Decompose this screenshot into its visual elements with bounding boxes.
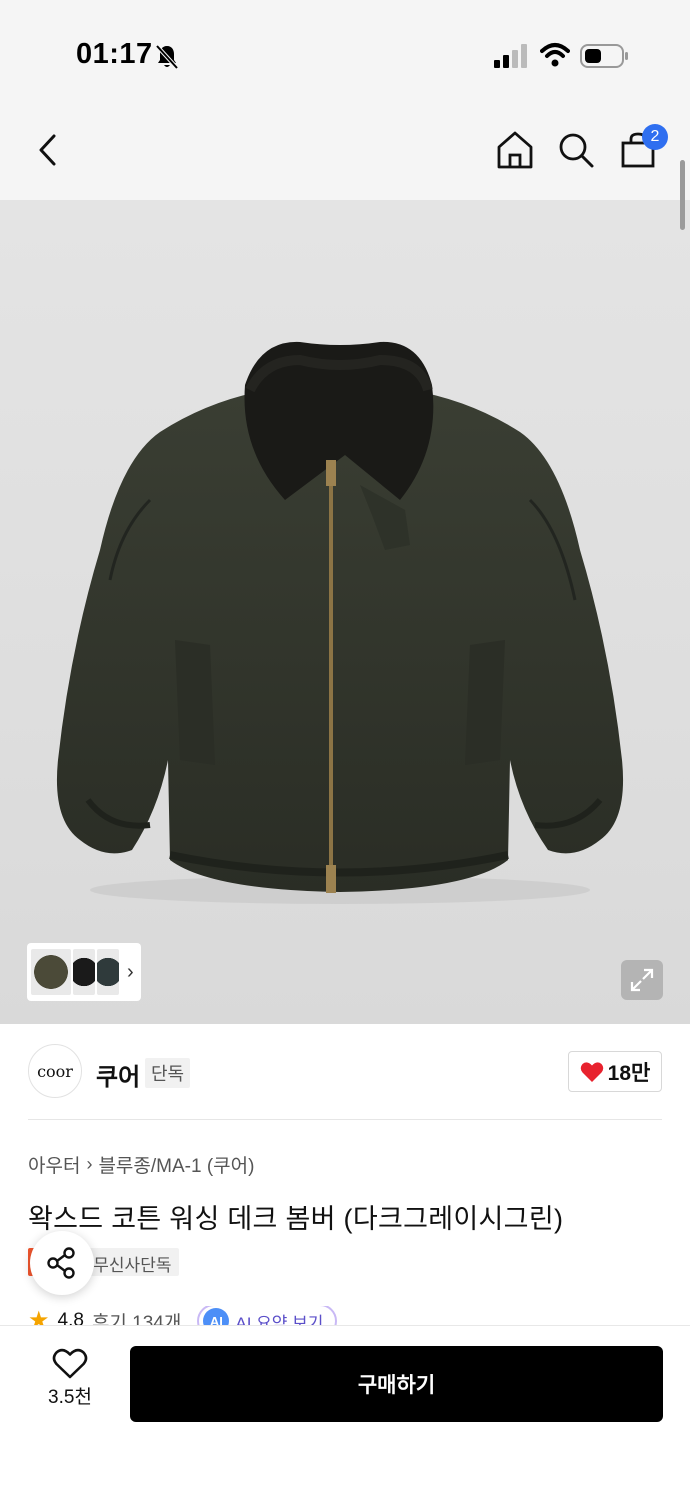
status-bar: 01:17 <box>0 0 690 100</box>
signal-icon <box>494 44 527 68</box>
back-button[interactable] <box>26 128 70 172</box>
product-image[interactable]: › <box>0 200 690 1024</box>
nav-bar: 2 <box>0 100 690 200</box>
jacket-image <box>56 341 624 904</box>
cart-button[interactable]: 2 <box>616 124 668 172</box>
chevron-left-icon <box>39 134 56 166</box>
home-icon <box>497 131 533 169</box>
breadcrumb: 아우터 › 블루종/MA-1 (쿠어) <box>28 1151 254 1178</box>
status-time: 01:17 <box>76 38 153 70</box>
search-icon <box>559 133 594 168</box>
expand-image-button[interactable] <box>621 960 663 1000</box>
share-button[interactable] <box>30 1231 94 1295</box>
thumbnail-olive[interactable] <box>31 949 71 995</box>
thumbnail-black[interactable] <box>73 949 95 995</box>
divider <box>28 1119 662 1120</box>
brand-like-button[interactable]: 18만 <box>568 1051 662 1092</box>
exclusive-badge: 무신사단독 <box>85 1248 180 1276</box>
cart-count-badge: 2 <box>642 124 668 150</box>
bell-off-icon <box>155 44 179 70</box>
breadcrumb-subcategory[interactable]: 블루종/MA-1 (쿠어) <box>98 1151 254 1178</box>
heart-outline-icon <box>52 1348 88 1379</box>
brand-logo[interactable]: coor <box>28 1044 82 1098</box>
heart-filled-icon <box>580 1061 603 1082</box>
battery-icon <box>580 44 628 68</box>
wishlist-button[interactable]: 3.5천 <box>30 1348 110 1418</box>
buy-button[interactable]: 구매하기 <box>130 1346 663 1422</box>
share-icon <box>47 1247 75 1279</box>
wishlist-count: 3.5천 <box>48 1387 92 1408</box>
wifi-icon <box>540 43 570 67</box>
chevron-right-icon: › <box>86 1154 93 1174</box>
home-button[interactable] <box>493 128 537 172</box>
thumbnail-strip[interactable]: › <box>27 943 141 1001</box>
chevron-right-icon[interactable]: › <box>127 961 134 984</box>
brand-exclusive-tag: 단독 <box>145 1058 191 1088</box>
brand-row: coor 쿠어 단독 18만 <box>28 1040 662 1104</box>
search-button[interactable] <box>554 128 598 172</box>
thumbnail-dark-green[interactable] <box>97 949 119 995</box>
product-title: 왁스드 코튼 워싱 데크 봄버 (다크그레이시그린) <box>28 1204 564 1234</box>
expand-icon <box>630 968 654 992</box>
breadcrumb-category[interactable]: 아우터 <box>28 1151 80 1178</box>
scroll-indicator[interactable] <box>680 160 685 230</box>
brand-like-count: 18만 <box>607 1061 651 1085</box>
brand-name[interactable]: 쿠어 <box>96 1057 140 1092</box>
bottom-action-bar: 3.5천 구매하기 <box>0 1325 690 1500</box>
